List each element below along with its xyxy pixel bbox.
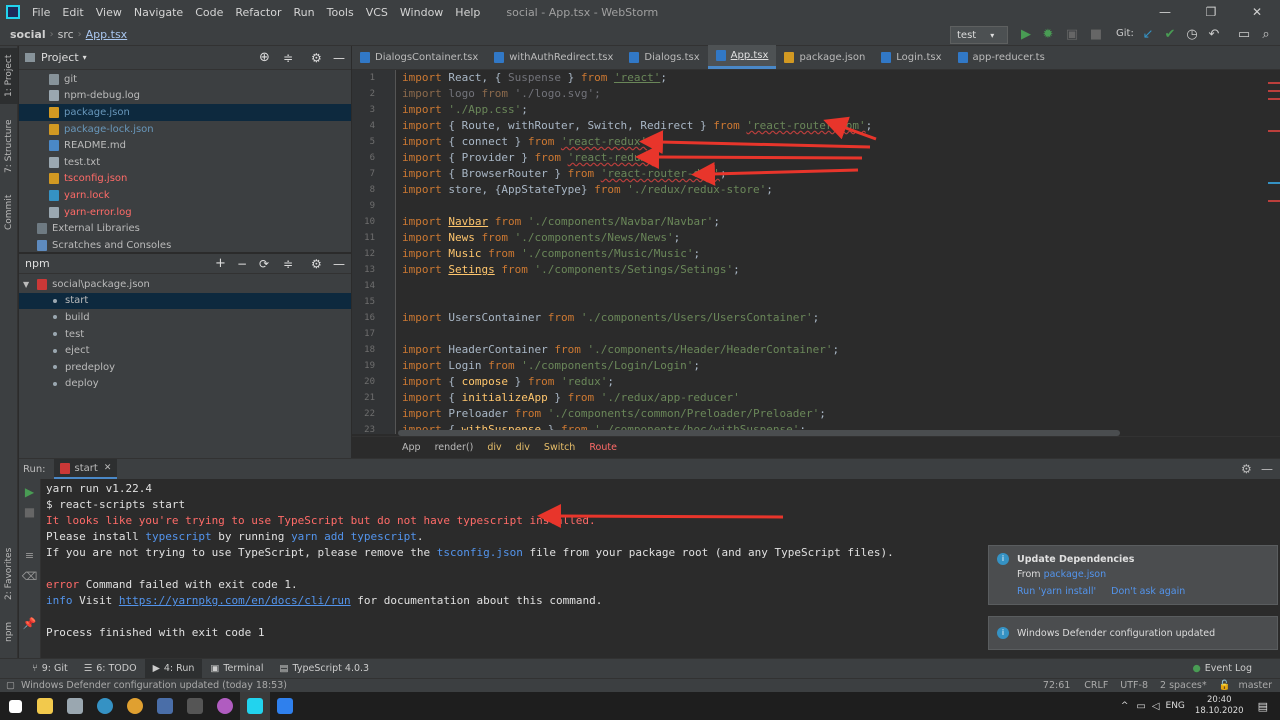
annotation-arrow bbox=[823, 116, 877, 141]
annotation-arrow bbox=[635, 145, 863, 170]
annotation-arrow bbox=[639, 130, 871, 155]
annotation-arrows bbox=[537, 116, 877, 529]
annotation-arrow bbox=[691, 161, 859, 186]
annotation-arrow bbox=[537, 504, 784, 529]
